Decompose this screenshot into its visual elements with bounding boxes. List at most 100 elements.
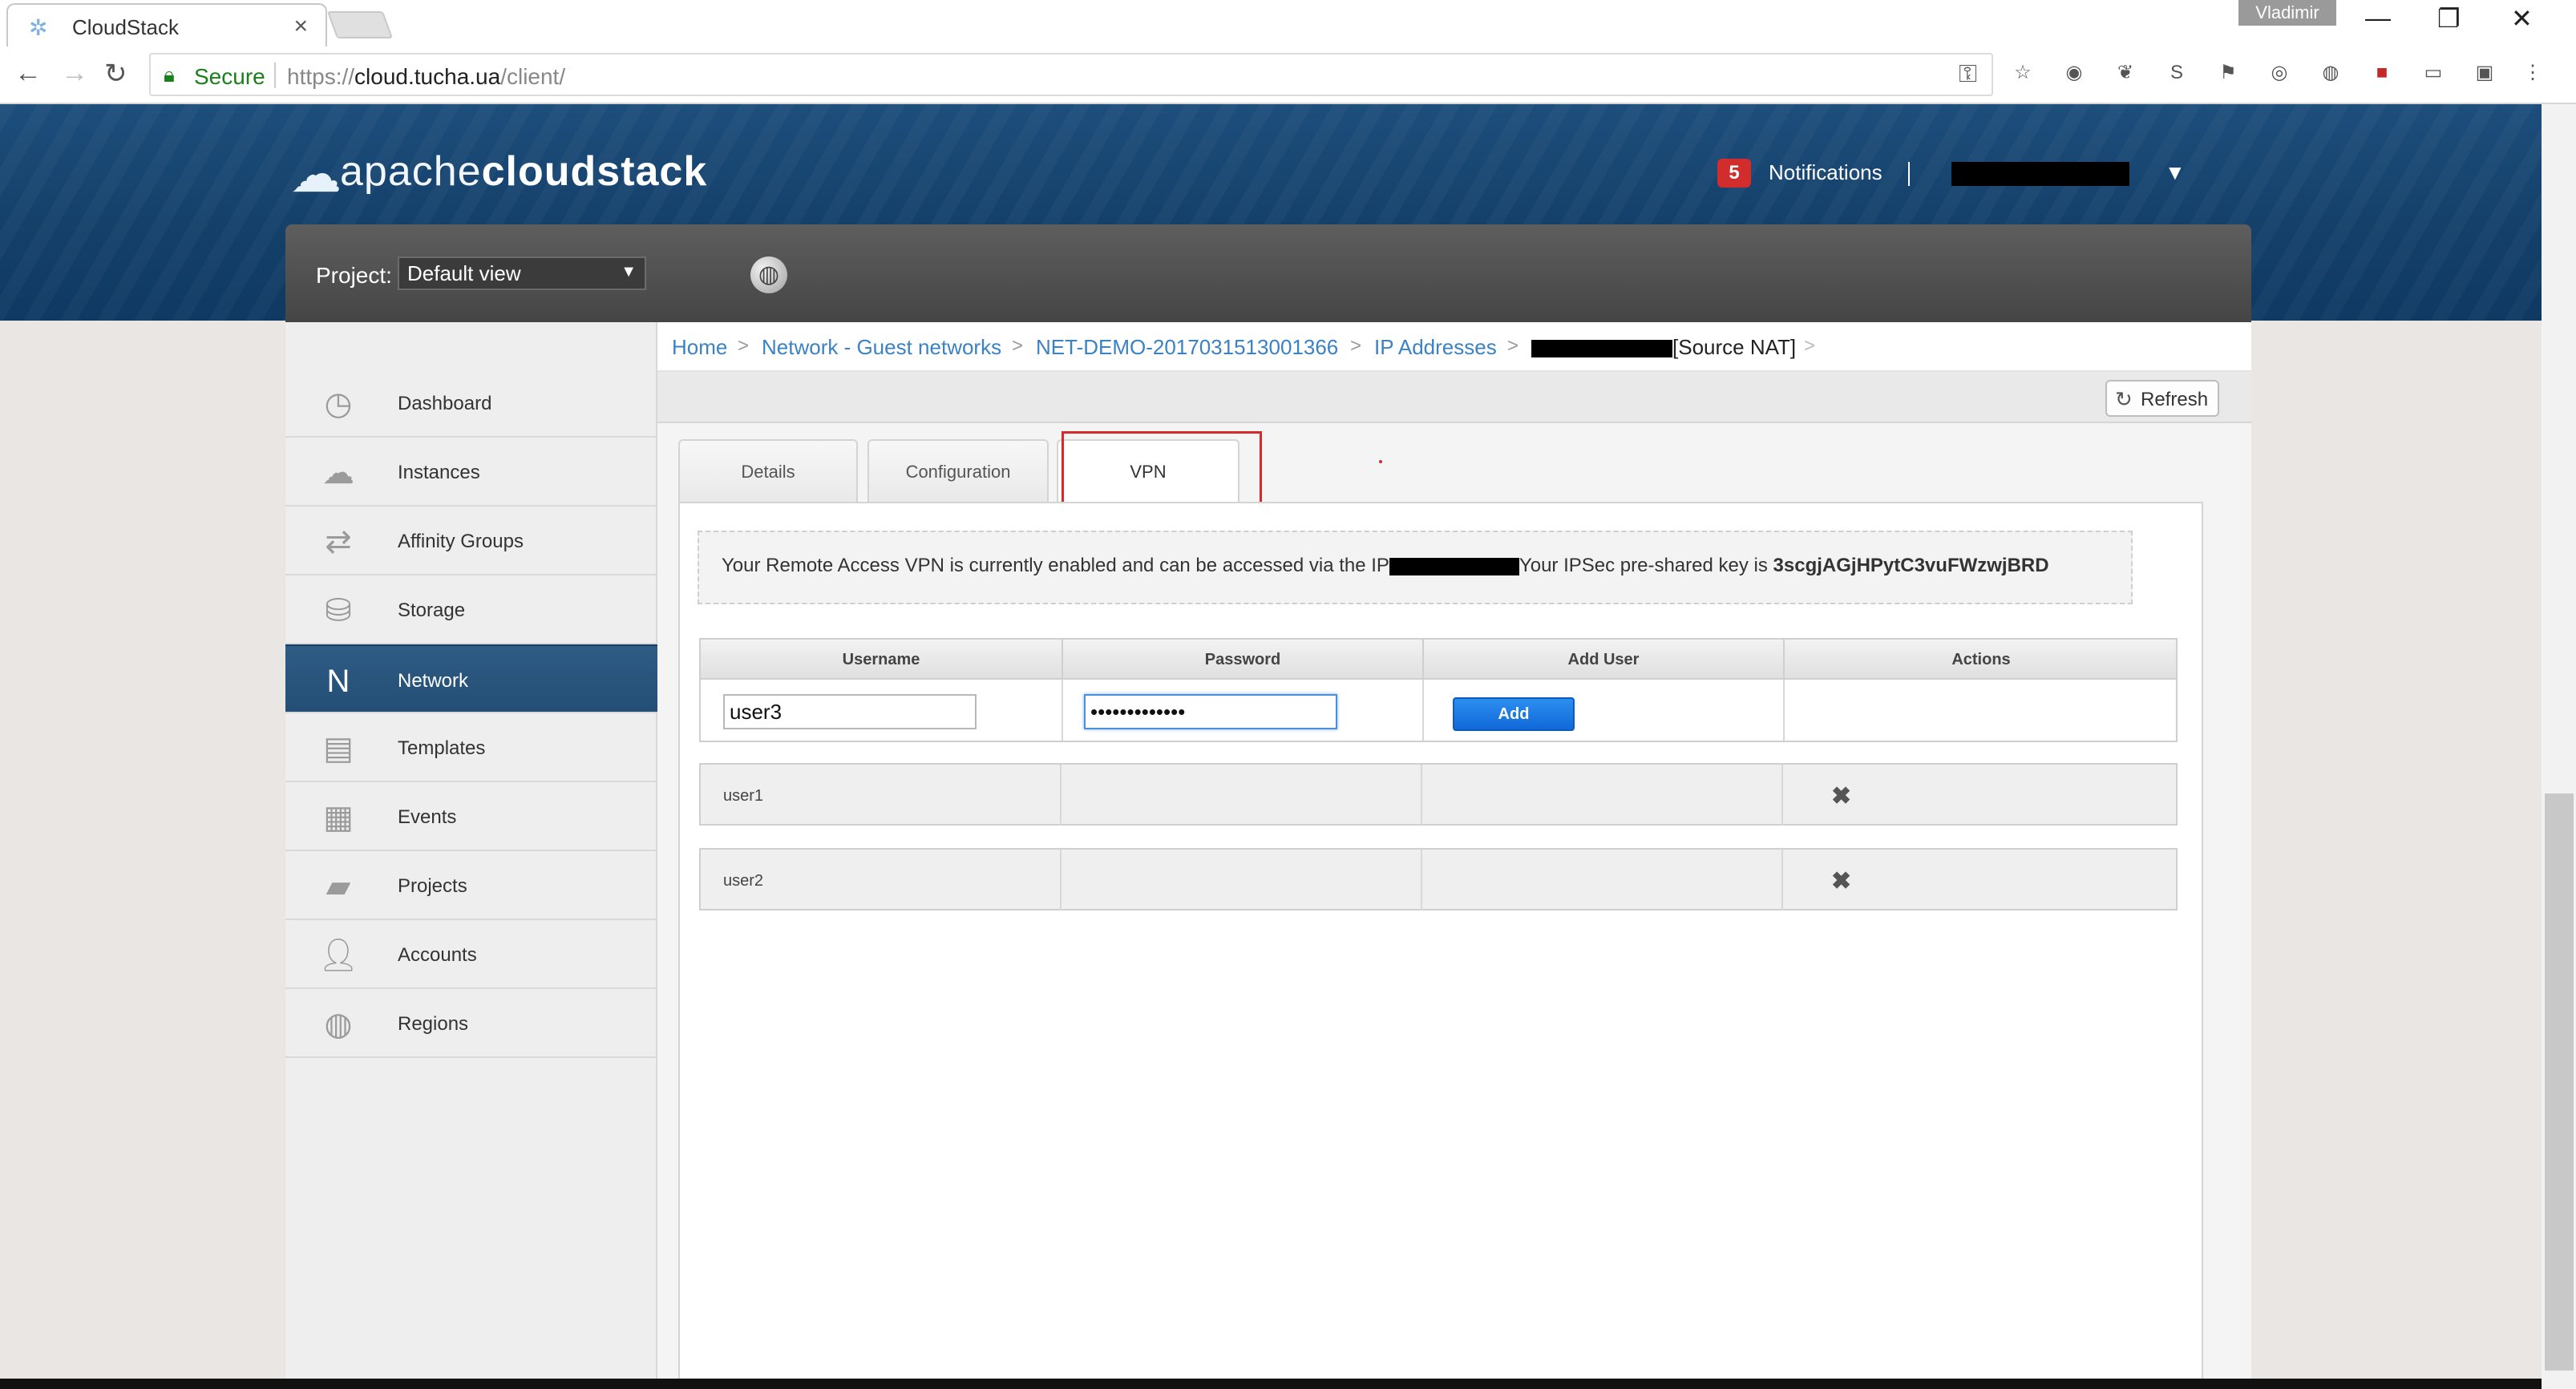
logo-name: cloudstack	[481, 148, 708, 195]
extension-pin-icon[interactable]: ▣	[2471, 59, 2498, 87]
delete-user-icon[interactable]: ✖	[1831, 867, 1851, 895]
project-bar: Project: Default view ▼ ◍	[285, 224, 2251, 322]
breadcrumb-separator: >	[1350, 335, 1362, 357]
forward-icon[interactable]: →	[61, 58, 88, 89]
tab-details[interactable]: Details	[678, 439, 858, 502]
password-input[interactable]	[1084, 694, 1337, 729]
sidebar-item-label: Templates	[398, 737, 486, 759]
sidebar-item-accounts[interactable]: 👤︎ Accounts	[285, 920, 657, 989]
tab-title: CloudStack	[72, 15, 179, 39]
cloud-icon: ☁	[322, 455, 354, 491]
calendar-icon: ▦	[323, 800, 354, 835]
cell-divider	[1781, 765, 1783, 826]
redacted-username[interactable]	[1951, 162, 2129, 186]
window-close-icon[interactable]: ✕	[2511, 3, 2533, 34]
table-header-row: Username Password Add User Actions	[699, 638, 2178, 681]
extension-eye-icon[interactable]: ◍	[2317, 59, 2344, 87]
add-user-button[interactable]: Add	[1453, 697, 1575, 731]
sidebar-item-label: Dashboard	[398, 393, 492, 414]
browser-tab[interactable]: ✲ CloudStack ×	[6, 3, 327, 46]
column-header-username: Username	[842, 651, 920, 668]
sidebar-item-label: Network	[398, 670, 469, 692]
sidebar-item-network[interactable]: N Network	[285, 644, 657, 713]
new-tab-button[interactable]	[326, 11, 394, 38]
project-label: Project:	[316, 263, 392, 288]
browser-profile-chip[interactable]: Vladimir	[2238, 0, 2336, 26]
redacted-vpn-ip	[1389, 557, 1519, 575]
cell-divider	[1062, 680, 1063, 741]
sidebar-item-label: Affinity Groups	[398, 531, 524, 552]
cell-divider	[1421, 850, 1422, 911]
breadcrumb-home[interactable]: Home	[672, 335, 727, 360]
secure-label: Secure	[194, 64, 265, 89]
vpn-message-prefix: Your Remote Access VPN is currently enab…	[722, 555, 1389, 576]
table-row: user2 ✖	[699, 848, 2178, 911]
tab-close-icon[interactable]: ×	[293, 13, 308, 40]
folder-icon: ▰	[326, 869, 351, 904]
network-icon: N	[326, 664, 350, 699]
table-row: user1 ✖	[699, 763, 2178, 826]
notifications-count-badge[interactable]: 5	[1717, 159, 1751, 188]
key-icon[interactable]: ⚿	[1959, 61, 1977, 88]
extension-shield-icon[interactable]: ◎	[2266, 59, 2293, 87]
lock-icon: 🔒︎	[164, 63, 175, 87]
user-menu-caret-icon[interactable]: ▼	[2165, 160, 2186, 185]
sidebar-item-templates[interactable]: ▤ Templates	[285, 713, 657, 782]
sidebar-item-label: Storage	[398, 600, 466, 621]
breadcrumb-network-name[interactable]: NET-DEMO-2017031513001366	[1036, 335, 1338, 360]
back-icon[interactable]: ←	[14, 58, 42, 89]
extension-red-icon[interactable]: ■	[2368, 59, 2396, 87]
breadcrumb-separator: >	[1012, 335, 1024, 357]
refresh-icon: ↻	[2115, 387, 2133, 411]
region-globe-icon[interactable]: ◍	[750, 256, 787, 293]
vpn-preshared-key: 3scgjAGjHPytC3vuFWzwjBRD	[1773, 555, 2049, 576]
sidebar-item-dashboard[interactable]: ◷ Dashboard	[285, 369, 657, 438]
sidebar-item-instances[interactable]: ☁ Instances	[285, 438, 657, 507]
project-select[interactable]: Default view ▼	[398, 256, 646, 290]
column-header-password: Password	[1204, 651, 1281, 668]
vpn-panel: Your Remote Access VPN is currently enab…	[678, 502, 2203, 1389]
reload-icon[interactable]: ↻	[104, 58, 127, 90]
sidebar-item-regions[interactable]: ◍ Regions	[285, 989, 657, 1058]
evernote-icon[interactable]: ❦	[2112, 59, 2139, 87]
sidebar-item-label: Events	[398, 806, 457, 828]
address-bar[interactable]: 🔒︎ Secure https://cloud.tucha.ua/client/…	[149, 53, 1993, 96]
detail-tabs: Details Configuration VPN Your Remote Ac…	[678, 431, 2234, 1389]
cell-divider	[1422, 680, 1424, 741]
logo-mark-icon: ☁	[290, 145, 342, 203]
sidebar: ◷ Dashboard ☁ Instances ⇄ Affinity Group…	[285, 322, 657, 1389]
add-user-row: Add	[699, 680, 2178, 742]
tab-configuration[interactable]: Configuration	[867, 439, 1049, 502]
logo-prefix: apache	[340, 148, 482, 195]
sidebar-item-affinity-groups[interactable]: ⇄ Affinity Groups	[285, 507, 657, 575]
sidebar-item-label: Accounts	[398, 944, 477, 966]
username-input[interactable]	[723, 694, 977, 729]
cast-icon[interactable]: ▭	[2420, 59, 2447, 87]
storage-icon: ⛁	[325, 593, 352, 628]
bookmark-star-icon[interactable]: ☆	[2009, 59, 2036, 87]
red-dot-mark	[1379, 460, 1382, 463]
sidebar-item-storage[interactable]: ⛁ Storage	[285, 575, 657, 644]
breadcrumb-network[interactable]: Network - Guest networks	[762, 335, 1001, 360]
breadcrumb-current: [Source NAT]	[1672, 335, 1797, 359]
refresh-button[interactable]: ↻ Refresh	[2105, 380, 2219, 417]
user-name-cell: user1	[723, 787, 764, 805]
pocket-icon[interactable]: ◉	[2060, 59, 2088, 87]
browser-toolbar: ← → ↻ 🔒︎ Secure https://cloud.tucha.ua/c…	[0, 46, 2576, 104]
delete-user-icon[interactable]: ✖	[1831, 782, 1851, 810]
project-selected-value: Default view	[407, 261, 521, 285]
cell-divider	[1060, 850, 1062, 911]
templates-icon: ▤	[323, 731, 354, 766]
url-text[interactable]: https://cloud.tucha.ua/client/	[287, 64, 565, 90]
restore-icon[interactable]: ❐	[2437, 3, 2461, 34]
notifications-link[interactable]: Notifications	[1769, 160, 1882, 185]
extension-flag-icon[interactable]: ⚑	[2214, 59, 2242, 87]
redacted-ip-address	[1531, 340, 1672, 357]
extension-s-icon[interactable]: S	[2163, 59, 2190, 87]
minimize-icon[interactable]: —	[2365, 3, 2391, 33]
sidebar-item-events[interactable]: ▦ Events	[285, 782, 657, 851]
menu-dots-icon[interactable]: ⋮	[2519, 59, 2546, 87]
breadcrumb-ip-addresses[interactable]: IP Addresses	[1374, 335, 1497, 360]
scrollbar-thumb[interactable]	[2545, 793, 2574, 1371]
sidebar-item-projects[interactable]: ▰ Projects	[285, 851, 657, 920]
